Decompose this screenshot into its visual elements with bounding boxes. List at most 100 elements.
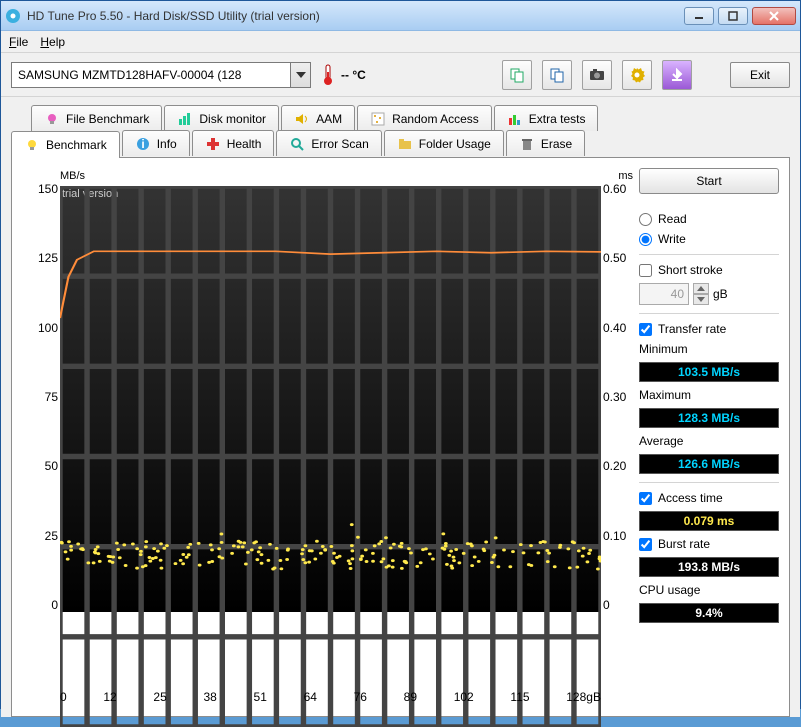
burst-rate-label: Burst rate xyxy=(658,537,710,551)
burst-rate-checkbox[interactable] xyxy=(639,538,652,551)
folder-icon xyxy=(397,136,413,152)
temperature-value: -- °C xyxy=(341,68,366,82)
tab-label: AAM xyxy=(316,112,342,126)
average-value: 126.6 MB/s xyxy=(639,454,779,474)
short-stroke-label: Short stroke xyxy=(658,263,723,277)
x-tick: 102 xyxy=(454,690,474,706)
access-time-value: 0.079 ms xyxy=(639,511,779,531)
tab-label: Benchmark xyxy=(46,138,107,152)
y-left-axis-label: MB/s xyxy=(60,170,85,182)
dots-icon xyxy=(370,111,386,127)
bars-green-icon xyxy=(177,111,193,127)
tab-health[interactable]: Health xyxy=(192,130,275,156)
short-stroke-checkbox[interactable] xyxy=(639,264,652,277)
chevron-down-icon[interactable] xyxy=(290,63,310,87)
access-time-scatter xyxy=(60,523,601,570)
y-right-tick: 0.50 xyxy=(603,251,633,265)
tab-disk-monitor[interactable]: Disk monitor xyxy=(164,105,279,131)
tab-info[interactable]: i Info xyxy=(122,130,190,156)
tab-random-access[interactable]: Random Access xyxy=(357,105,492,131)
spinner-up-icon[interactable] xyxy=(693,283,709,294)
drive-selected-text: SAMSUNG MZMTD128HAFV-00004 (128 xyxy=(18,68,241,82)
save-button[interactable] xyxy=(662,60,692,90)
transfer-rate-checkbox[interactable] xyxy=(639,323,652,336)
x-tick: 64 xyxy=(304,690,317,706)
titlebar: HD Tune Pro 5.50 - Hard Disk/SSD Utility… xyxy=(1,1,800,31)
tab-error-scan[interactable]: Error Scan xyxy=(276,130,381,156)
y-right-tick: 0.60 xyxy=(603,182,633,196)
write-label: Write xyxy=(658,232,686,246)
maximize-button[interactable] xyxy=(718,7,748,25)
short-stroke-spinner[interactable] xyxy=(693,283,709,305)
maximum-label: Maximum xyxy=(639,388,779,402)
x-tick: 51 xyxy=(254,690,267,706)
x-tick: 76 xyxy=(354,690,367,706)
temperature-display: -- °C xyxy=(321,64,366,86)
magnifier-icon xyxy=(289,136,305,152)
tab-aam[interactable]: AAM xyxy=(281,105,355,131)
y-left-tick: 25 xyxy=(22,529,58,543)
chart-panel: MB/s ms 1501251007550250 0.600.500.400.3… xyxy=(22,168,633,706)
tab-label: Folder Usage xyxy=(419,137,491,151)
y-left-tick: 0 xyxy=(22,598,58,612)
tab-content-benchmark: MB/s ms 1501251007550250 0.600.500.400.3… xyxy=(11,157,790,717)
trash-icon xyxy=(519,136,535,152)
cpu-usage-value: 9.4% xyxy=(639,603,779,623)
x-tick: 25 xyxy=(153,690,166,706)
y-right-tick: 0.10 xyxy=(603,529,633,543)
bulb-pink-icon xyxy=(44,111,60,127)
plus-red-icon xyxy=(205,136,221,152)
tab-benchmark[interactable]: Benchmark xyxy=(11,131,120,158)
x-tick: 89 xyxy=(404,690,417,706)
info-icon: i xyxy=(135,136,151,152)
bars-multi-icon xyxy=(507,111,523,127)
write-radio[interactable] xyxy=(639,233,652,246)
chart-data-layer xyxy=(60,186,601,612)
menu-help[interactable]: Help xyxy=(40,35,65,49)
thermometer-icon xyxy=(321,64,335,86)
y-left-tick: 50 xyxy=(22,459,58,473)
tab-file-benchmark[interactable]: File Benchmark xyxy=(31,105,162,131)
drive-select[interactable]: SAMSUNG MZMTD128HAFV-00004 (128 xyxy=(11,62,311,88)
start-button[interactable]: Start xyxy=(639,168,779,194)
menu-file[interactable]: File xyxy=(9,35,28,49)
close-button[interactable] xyxy=(752,7,796,25)
side-panel: Start Read Write Short stroke gB Transfe… xyxy=(639,168,779,706)
x-tick: 115 xyxy=(510,690,529,706)
minimum-label: Minimum xyxy=(639,342,779,356)
access-time-label: Access time xyxy=(658,491,723,505)
x-tick: 12 xyxy=(103,690,116,706)
tab-folder-usage[interactable]: Folder Usage xyxy=(384,130,504,156)
copy-results-button[interactable] xyxy=(542,60,572,90)
access-time-checkbox[interactable] xyxy=(639,492,652,505)
tab-label: Health xyxy=(227,137,262,151)
y-right-tick: 0.30 xyxy=(603,390,633,404)
read-label: Read xyxy=(658,212,687,226)
minimize-button[interactable] xyxy=(684,7,714,25)
x-tick: 0 xyxy=(60,690,67,706)
chart-plot-area: trial version xyxy=(60,186,601,612)
toolbar: SAMSUNG MZMTD128HAFV-00004 (128 -- °C Ex… xyxy=(1,53,800,97)
tab-label: Erase xyxy=(541,137,572,151)
transfer-rate-line xyxy=(60,251,601,318)
tab-extra-tests[interactable]: Extra tests xyxy=(494,105,599,131)
tab-label: Disk monitor xyxy=(199,112,266,126)
y-right-tick: 0 xyxy=(603,598,633,612)
short-stroke-unit: gB xyxy=(713,287,728,301)
y-left-tick: 150 xyxy=(22,182,58,196)
y-left-tick: 75 xyxy=(22,390,58,404)
bulb-yellow-icon xyxy=(24,137,40,153)
average-label: Average xyxy=(639,434,779,448)
screenshot-button[interactable] xyxy=(582,60,612,90)
copy-info-button[interactable] xyxy=(502,60,532,90)
read-radio[interactable] xyxy=(639,213,652,226)
app-icon xyxy=(5,8,21,24)
options-button[interactable] xyxy=(622,60,652,90)
y-right-axis-label: ms xyxy=(618,170,633,182)
tab-label: Extra tests xyxy=(529,112,586,126)
spinner-down-icon[interactable] xyxy=(693,294,709,305)
y-left-tick: 125 xyxy=(22,251,58,265)
tab-label: Info xyxy=(157,137,177,151)
exit-button[interactable]: Exit xyxy=(730,62,790,88)
tab-erase[interactable]: Erase xyxy=(506,130,585,156)
